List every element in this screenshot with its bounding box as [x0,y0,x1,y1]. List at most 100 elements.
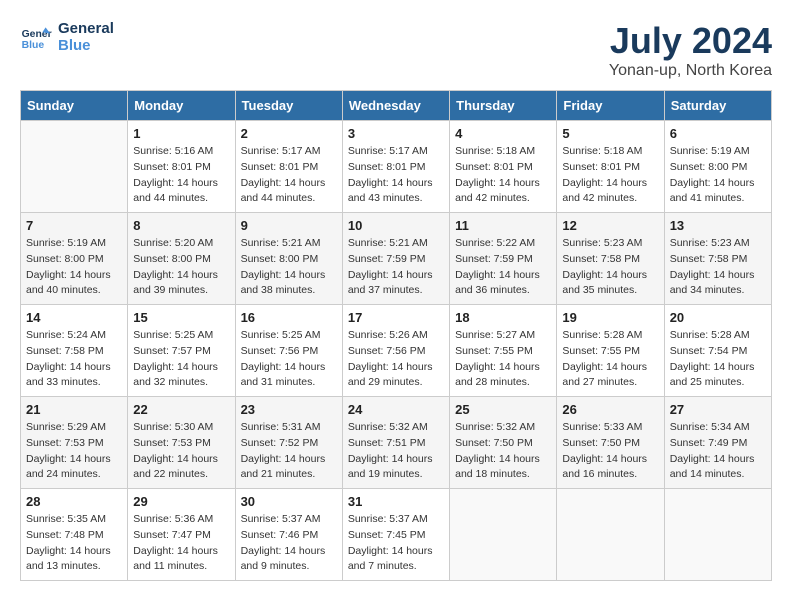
calendar-cell: 15Sunrise: 5:25 AMSunset: 7:57 PMDayligh… [128,305,235,397]
logo-blue: Blue [58,37,114,54]
logo: General Blue General Blue [20,20,114,54]
calendar-cell: 28Sunrise: 5:35 AMSunset: 7:48 PMDayligh… [21,489,128,581]
day-number: 28 [26,494,122,509]
title-block: July 2024 Yonan-up, North Korea [609,20,772,80]
day-number: 29 [133,494,229,509]
calendar-week-row: 14 Sunrise: 5:24 AMSunset: 7:58 PMDayligh… [21,305,772,397]
day-number: 30 [241,494,337,509]
day-info: Sunrise: 5:30 AMSunset: 7:53 PMDaylight:… [133,420,229,483]
calendar-cell: 29 Sunrise: 5:36 AMSunset: 7:47 PMDayligh… [128,489,235,581]
calendar-cell: 7Sunrise: 5:19 AMSunset: 8:00 PMDaylight… [21,213,128,305]
calendar-cell: 31Sunrise: 5:37 AMSunset: 7:45 PMDayligh… [342,489,449,581]
day-info: Sunrise: 5:28 AMSunset: 7:54 PMDaylight:… [670,328,766,391]
day-info: Sunrise: 5:27 AMSunset: 7:55 PMDaylight:… [455,328,551,391]
calendar-cell: 5Sunrise: 5:18 AMSunset: 8:01 PMDaylight… [557,121,664,213]
svg-text:Blue: Blue [22,40,45,51]
calendar-cell: 3Sunrise: 5:17 AMSunset: 8:01 PMDaylight… [342,121,449,213]
day-number: 4 [455,126,551,141]
day-info: Sunrise: 5:34 AMSunset: 7:49 PMDaylight:… [670,420,766,483]
calendar-cell [557,489,664,581]
logo-icon: General Blue [20,21,52,53]
calendar-week-row: 21 Sunrise: 5:29 AMSunset: 7:53 PMDayligh… [21,397,772,489]
day-number: 31 [348,494,444,509]
calendar-cell: 23 Sunrise: 5:31 AMSunset: 7:52 PMDayligh… [235,397,342,489]
day-info: Sunrise: 5:26 AMSunset: 7:56 PMDaylight:… [348,328,444,391]
calendar-cell: 8 Sunrise: 5:20 AMSunset: 8:00 PMDaylight… [128,213,235,305]
weekday-header: Thursday [450,91,557,121]
calendar-cell: 21 Sunrise: 5:29 AMSunset: 7:53 PMDayligh… [21,397,128,489]
day-info: Sunrise: 5:22 AMSunset: 7:59 PMDaylight:… [455,236,551,299]
calendar-cell: 20Sunrise: 5:28 AMSunset: 7:54 PMDayligh… [664,305,771,397]
day-number: 18 [455,310,551,325]
day-number: 3 [348,126,444,141]
calendar-cell: 22 Sunrise: 5:30 AMSunset: 7:53 PMDayligh… [128,397,235,489]
day-number: 15 [133,310,229,325]
day-info: Sunrise: 5:37 AMSunset: 7:46 PMDaylight:… [241,512,337,575]
day-info: Sunrise: 5:21 AMSunset: 8:00 PMDaylight:… [241,236,337,299]
day-number: 14 [26,310,122,325]
calendar-cell: 16 Sunrise: 5:25 AMSunset: 7:56 PMDayligh… [235,305,342,397]
day-number: 11 [455,218,551,233]
day-number: 17 [348,310,444,325]
calendar-week-row: 7Sunrise: 5:19 AMSunset: 8:00 PMDaylight… [21,213,772,305]
calendar-cell: 1 Sunrise: 5:16 AMSunset: 8:01 PMDaylight… [128,121,235,213]
month-title: July 2024 [609,20,772,62]
day-info: Sunrise: 5:24 AMSunset: 7:58 PMDaylight:… [26,328,122,391]
weekday-header: Tuesday [235,91,342,121]
day-number: 27 [670,402,766,417]
calendar-cell: 27 Sunrise: 5:34 AMSunset: 7:49 PMDayligh… [664,397,771,489]
day-info: Sunrise: 5:33 AMSunset: 7:50 PMDaylight:… [562,420,658,483]
day-number: 8 [133,218,229,233]
day-number: 9 [241,218,337,233]
day-number: 1 [133,126,229,141]
day-number: 13 [670,218,766,233]
weekday-header: Saturday [664,91,771,121]
day-info: Sunrise: 5:31 AMSunset: 7:52 PMDaylight:… [241,420,337,483]
calendar-table: SundayMondayTuesdayWednesdayThursdayFrid… [20,90,772,581]
weekday-header: Monday [128,91,235,121]
day-number: 19 [562,310,658,325]
day-info: Sunrise: 5:36 AMSunset: 7:47 PMDaylight:… [133,512,229,575]
calendar-cell [450,489,557,581]
calendar-cell: 2 Sunrise: 5:17 AMSunset: 8:01 PMDaylight… [235,121,342,213]
day-number: 12 [562,218,658,233]
day-number: 10 [348,218,444,233]
day-info: Sunrise: 5:17 AMSunset: 8:01 PMDaylight:… [241,144,337,207]
calendar-cell: 4 Sunrise: 5:18 AMSunset: 8:01 PMDaylight… [450,121,557,213]
calendar-cell: 26 Sunrise: 5:33 AMSunset: 7:50 PMDayligh… [557,397,664,489]
weekday-header: Wednesday [342,91,449,121]
calendar-week-row: 1 Sunrise: 5:16 AMSunset: 8:01 PMDaylight… [21,121,772,213]
day-number: 25 [455,402,551,417]
day-info: Sunrise: 5:23 AMSunset: 7:58 PMDaylight:… [562,236,658,299]
logo-general: General [58,20,114,37]
day-number: 21 [26,402,122,417]
calendar-cell [664,489,771,581]
day-info: Sunrise: 5:21 AMSunset: 7:59 PMDaylight:… [348,236,444,299]
day-info: Sunrise: 5:29 AMSunset: 7:53 PMDaylight:… [26,420,122,483]
weekday-header: Sunday [21,91,128,121]
calendar-cell: 30 Sunrise: 5:37 AMSunset: 7:46 PMDayligh… [235,489,342,581]
day-info: Sunrise: 5:18 AMSunset: 8:01 PMDaylight:… [455,144,551,207]
calendar-cell: 13 Sunrise: 5:23 AMSunset: 7:58 PMDayligh… [664,213,771,305]
calendar-cell: 6Sunrise: 5:19 AMSunset: 8:00 PMDaylight… [664,121,771,213]
calendar-week-row: 28Sunrise: 5:35 AMSunset: 7:48 PMDayligh… [21,489,772,581]
day-info: Sunrise: 5:25 AMSunset: 7:56 PMDaylight:… [241,328,337,391]
day-info: Sunrise: 5:20 AMSunset: 8:00 PMDaylight:… [133,236,229,299]
calendar-cell: 25 Sunrise: 5:32 AMSunset: 7:50 PMDayligh… [450,397,557,489]
day-number: 16 [241,310,337,325]
day-number: 7 [26,218,122,233]
day-info: Sunrise: 5:23 AMSunset: 7:58 PMDaylight:… [670,236,766,299]
day-info: Sunrise: 5:16 AMSunset: 8:01 PMDaylight:… [133,144,229,207]
day-info: Sunrise: 5:32 AMSunset: 7:50 PMDaylight:… [455,420,551,483]
day-number: 22 [133,402,229,417]
day-info: Sunrise: 5:32 AMSunset: 7:51 PMDaylight:… [348,420,444,483]
day-number: 26 [562,402,658,417]
day-number: 5 [562,126,658,141]
calendar-cell: 17 Sunrise: 5:26 AMSunset: 7:56 PMDayligh… [342,305,449,397]
day-info: Sunrise: 5:28 AMSunset: 7:55 PMDaylight:… [562,328,658,391]
day-number: 23 [241,402,337,417]
day-number: 2 [241,126,337,141]
calendar-cell: 14 Sunrise: 5:24 AMSunset: 7:58 PMDayligh… [21,305,128,397]
weekday-header: Friday [557,91,664,121]
location-title: Yonan-up, North Korea [609,62,772,80]
